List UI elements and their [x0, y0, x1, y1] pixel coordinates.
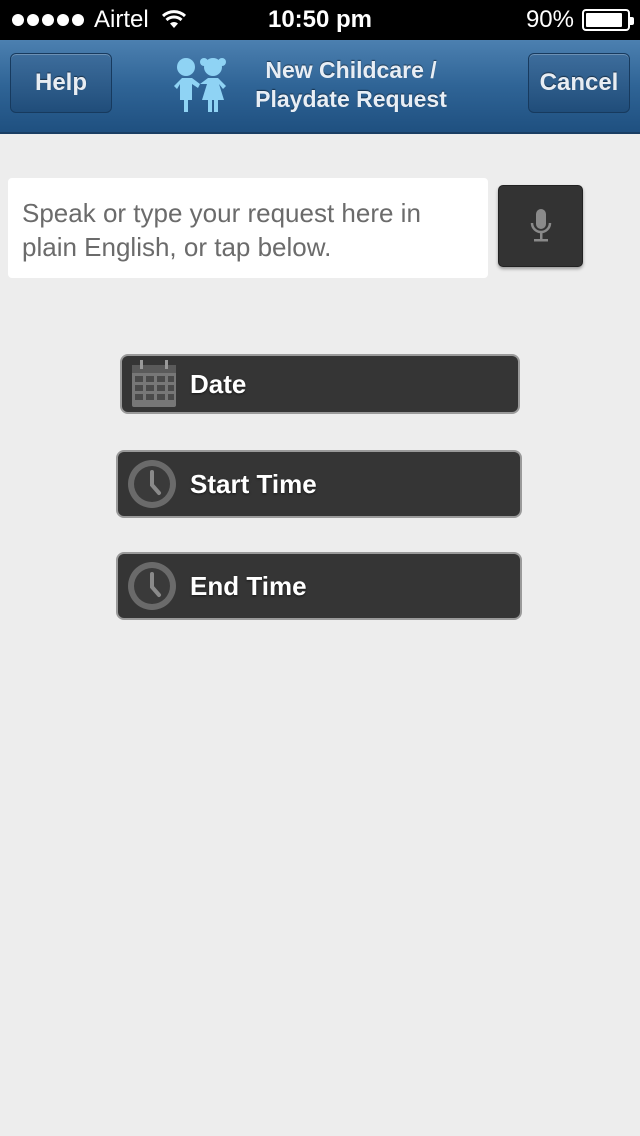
title-line-1: New Childcare / — [265, 57, 437, 83]
start-time-button[interactable]: Start Time — [116, 450, 522, 518]
microphone-icon — [530, 209, 551, 242]
end-time-button[interactable]: End Time — [116, 552, 522, 620]
status-bar: Airtel 10:50 pm 90% — [0, 0, 640, 40]
cancel-button[interactable]: Cancel — [528, 53, 630, 113]
page-title: New Childcare / Playdate Request — [236, 56, 466, 114]
calendar-icon — [132, 360, 176, 407]
start-time-label: Start Time — [190, 468, 317, 499]
date-label: Date — [190, 368, 247, 399]
end-time-label: End Time — [190, 570, 307, 601]
battery-fill — [586, 13, 622, 27]
title-line-2: Playdate Request — [255, 86, 447, 112]
kids-logo-icon — [174, 58, 226, 112]
status-right: 90% — [525, 0, 634, 40]
date-button[interactable]: Date — [120, 354, 520, 414]
clock-icon — [128, 562, 176, 610]
help-button[interactable]: Help — [10, 53, 112, 113]
microphone-button[interactable] — [498, 185, 583, 267]
battery-percent: 90% — [525, 6, 574, 33]
battery-icon — [582, 9, 634, 31]
request-input[interactable]: Speak or type your request here in plain… — [8, 178, 488, 278]
navigation-bar: Help New Childcare / Playdate Request Ca… — [0, 40, 640, 134]
clock-icon — [128, 460, 176, 508]
